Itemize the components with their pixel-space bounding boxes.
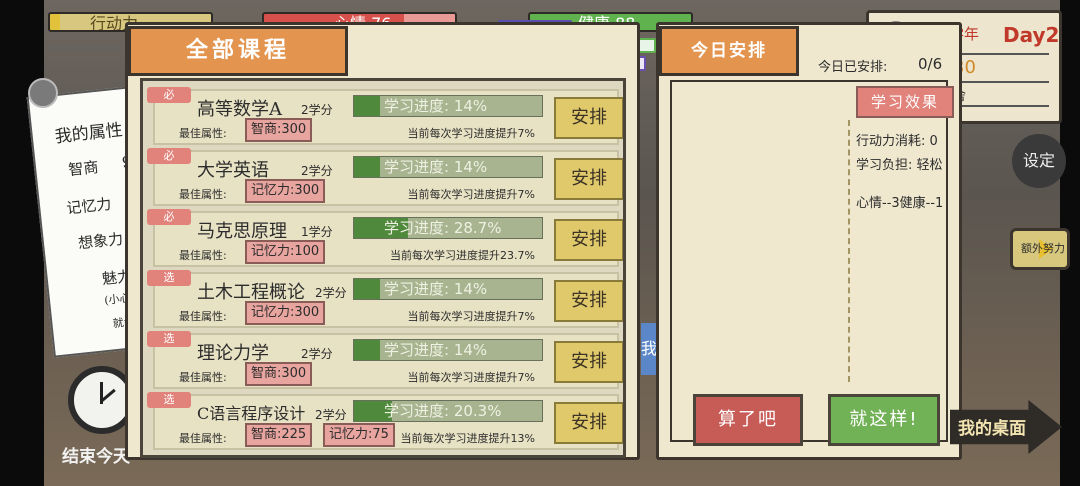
- course-progress-bar: 学习进度: 14%: [353, 95, 543, 117]
- course-row: 选 土木工程概论 2学分 学习进度: 14% 最佳属性: 记忆力:300 当前每…: [147, 270, 623, 328]
- best-attr-label: 最佳属性:: [179, 310, 227, 323]
- progress-boost-text: 当前每次学习进度提升7%: [407, 310, 535, 323]
- course-row: 必 马克思原理 1学分 学习进度: 28.7% 最佳属性: 记忆力:100 当前…: [147, 209, 623, 267]
- course-row: 必 高等数学A 2学分 学习进度: 14% 最佳属性: 智商:300 当前每次学…: [147, 87, 623, 145]
- course-name: C语言程序设计: [197, 404, 306, 423]
- settings-gear-icon[interactable]: 设定: [1012, 134, 1066, 188]
- best-attr-label: 最佳属性:: [179, 188, 227, 201]
- progress-text: 学习进度: 28.7%: [384, 219, 502, 237]
- course-credit: 2学分: [301, 103, 333, 117]
- progress-fill: [354, 340, 381, 360]
- all-courses-title: 全部课程: [128, 26, 348, 76]
- best-attr-chip: 记忆力:300: [245, 179, 326, 203]
- course-row: 必 大学英语 2学分 学习进度: 14% 最佳属性: 记忆力:300 当前每次学…: [147, 148, 623, 206]
- progress-text: 学习进度: 14%: [384, 97, 488, 115]
- best-attr-chip: 记忆力:75: [323, 423, 395, 447]
- scheduled-count-label: 今日已安排:: [818, 60, 888, 75]
- course-progress-bar: 学习进度: 14%: [353, 156, 543, 178]
- dashed-divider: [848, 120, 850, 382]
- best-attr-label: 最佳属性:: [179, 432, 227, 445]
- progress-boost-text: 当前每次学习进度提升23.7%: [390, 249, 535, 262]
- study-burden-text: 学习负担: 轻松: [856, 158, 943, 173]
- best-attr-label: 最佳属性:: [179, 249, 227, 262]
- course-list: 必 高等数学A 2学分 学习进度: 14% 最佳属性: 智商:300 当前每次学…: [140, 78, 626, 458]
- best-attr-chip: 智商:300: [245, 118, 313, 142]
- arrange-button[interactable]: 安排: [554, 402, 623, 444]
- blue-side-tab-label: 我: [641, 339, 657, 358]
- day-label: Day2: [1003, 23, 1060, 47]
- notepad-line: 记忆力: [65, 194, 113, 218]
- progress-text: 学习进度: 14%: [384, 158, 488, 176]
- study-effect-title: 学习效果: [856, 86, 954, 118]
- left-screen-edge: [0, 0, 44, 486]
- progress-boost-text: 当前每次学习进度提升13%: [400, 432, 535, 445]
- best-attr-label: 最佳属性:: [179, 127, 227, 140]
- course-type-tag: 必: [147, 87, 191, 103]
- mood-health-effect-text: 心情--3健康--1: [856, 196, 944, 211]
- best-attr-chip: 记忆力:300: [245, 301, 326, 325]
- course-type-tag: 选: [147, 331, 191, 347]
- my-desk-button[interactable]: 我的桌面: [958, 414, 1026, 439]
- course-progress-bar: 学习进度: 20.3%: [353, 400, 543, 422]
- course-credit: 1学分: [301, 225, 333, 239]
- progress-text: 学习进度: 20.3%: [384, 402, 502, 420]
- course-credit: 2学分: [315, 408, 347, 422]
- course-progress-bar: 学习进度: 14%: [353, 278, 543, 300]
- scheduled-count-value: 0/6: [918, 55, 943, 73]
- notepad-line: 智商: [67, 158, 100, 180]
- divider: [953, 53, 1049, 55]
- course-credit: 2学分: [301, 164, 333, 178]
- course-row: 选 C语言程序设计 2学分 学习进度: 20.3% 最佳属性: 智商:225 记…: [147, 392, 623, 450]
- course-credit: 2学分: [301, 347, 333, 361]
- progress-boost-text: 当前每次学习进度提升7%: [407, 371, 535, 384]
- end-today-button[interactable]: 结束今天: [62, 442, 130, 467]
- toggle-icon[interactable]: [28, 78, 58, 108]
- best-attr-chip: 智商:225: [245, 423, 313, 447]
- progress-text: 学习进度: 14%: [384, 280, 488, 298]
- notepad-title: 我的属性: [53, 120, 124, 148]
- extra-effort-label: 额外努力: [1021, 242, 1065, 255]
- progress-fill: [354, 157, 381, 177]
- progress-fill: [354, 279, 381, 299]
- progress-text: 学习进度: 14%: [384, 341, 488, 359]
- action-cost-text: 行动力消耗: 0: [856, 134, 938, 149]
- course-row: 选 理论力学 2学分 学习进度: 14% 最佳属性: 智商:300 当前每次学习…: [147, 331, 623, 389]
- best-attr-chip: 记忆力:100: [245, 240, 326, 264]
- best-attr-chip: 智商:300: [245, 362, 313, 386]
- arrange-button[interactable]: 安排: [554, 97, 623, 139]
- arrange-button[interactable]: 安排: [554, 219, 623, 261]
- arrange-button[interactable]: 安排: [554, 158, 623, 200]
- divider: [953, 81, 1049, 83]
- notepad-line: 想象力: [77, 229, 124, 253]
- progress-boost-text: 当前每次学习进度提升7%: [407, 127, 535, 140]
- course-progress-bar: 学习进度: 14%: [353, 339, 543, 361]
- course-credit: 2学分: [315, 286, 347, 300]
- extra-effort-button[interactable]: 额外努力: [1010, 228, 1070, 270]
- arrange-button[interactable]: 安排: [554, 341, 623, 383]
- progress-boost-text: 当前每次学习进度提升7%: [407, 188, 535, 201]
- course-type-tag: 必: [147, 209, 191, 225]
- cancel-button[interactable]: 算了吧: [693, 394, 803, 446]
- confirm-button[interactable]: 就这样!: [828, 394, 940, 446]
- settings-label: 设定: [1022, 151, 1055, 170]
- divider: [953, 105, 1049, 107]
- course-type-tag: 必: [147, 148, 191, 164]
- today-schedule-title: 今日安排: [659, 26, 799, 76]
- course-type-tag: 选: [147, 392, 191, 408]
- best-attr-label: 最佳属性:: [179, 371, 227, 384]
- progress-fill: [354, 96, 381, 116]
- blue-side-tab: 我: [641, 323, 657, 375]
- arrange-button[interactable]: 安排: [554, 280, 623, 322]
- course-type-tag: 选: [147, 270, 191, 286]
- course-progress-bar: 学习进度: 28.7%: [353, 217, 543, 239]
